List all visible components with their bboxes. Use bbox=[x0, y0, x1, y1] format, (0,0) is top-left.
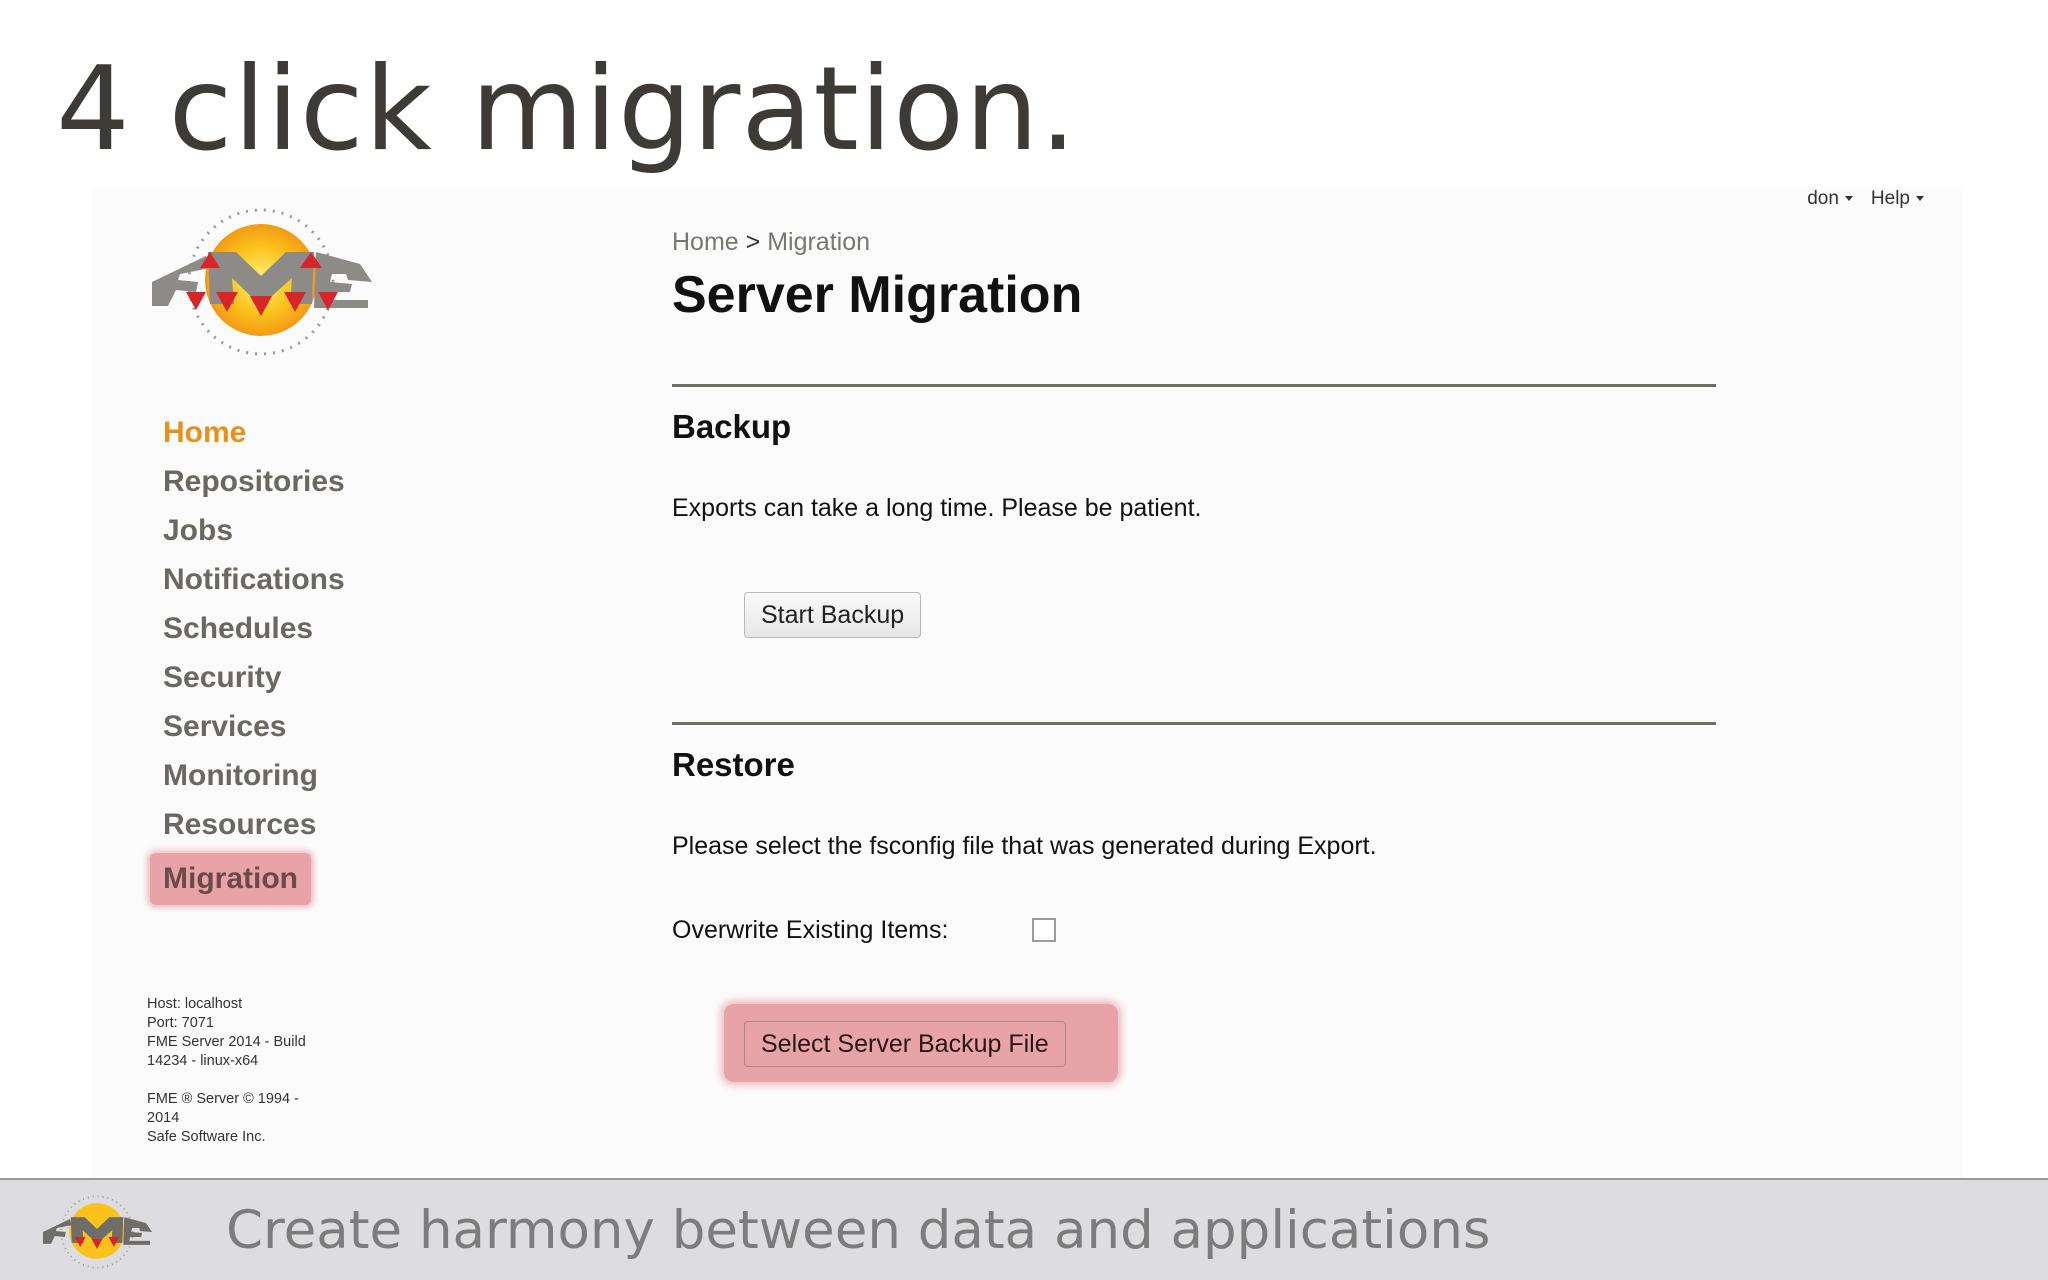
help-dropdown[interactable]: Help bbox=[1871, 188, 1924, 210]
nav-item-monitoring[interactable]: Monitoring bbox=[150, 751, 358, 800]
help-label: Help bbox=[1870, 188, 1910, 209]
overwrite-checkbox[interactable] bbox=[1032, 918, 1056, 942]
start-backup-button[interactable]: Start Backup bbox=[744, 592, 922, 638]
sidebar-nav: Home Repositories Jobs Notifications Sch… bbox=[150, 408, 358, 905]
server-info: Host: localhost Port: 7071 FME Server 20… bbox=[147, 995, 306, 1147]
nav-item-security[interactable]: Security bbox=[150, 653, 358, 702]
caret-down-icon bbox=[1844, 196, 1853, 202]
section-divider bbox=[672, 384, 1716, 387]
slide-title: 4 click migration. bbox=[56, 42, 1078, 177]
build-info-line1: FME Server 2014 - Build bbox=[147, 1034, 306, 1050]
slide-footer: Create harmony between data and applicat… bbox=[0, 1178, 2048, 1280]
nav-item-home[interactable]: Home bbox=[150, 408, 358, 457]
port-info: Port: 7071 bbox=[147, 1015, 214, 1031]
fme-logo bbox=[152, 208, 372, 356]
main-content: Home > Migration Server Migration Backup… bbox=[672, 228, 1716, 1082]
nav-item-schedules[interactable]: Schedules bbox=[150, 604, 358, 653]
user-name: don bbox=[1807, 188, 1839, 209]
build-info-line2: 14234 - linux-x64 bbox=[147, 1053, 259, 1069]
copyright-line2: 2014 bbox=[147, 1110, 180, 1126]
nav-item-migration[interactable]: Migration bbox=[150, 853, 311, 905]
backup-title: Backup bbox=[672, 408, 792, 445]
fme-logo-small bbox=[42, 1195, 153, 1269]
breadcrumb-home[interactable]: Home bbox=[672, 228, 739, 256]
slide-tagline: Create harmony between data and applicat… bbox=[226, 1200, 1491, 1261]
nav-item-notifications[interactable]: Notifications bbox=[150, 555, 358, 604]
breadcrumb: Home > Migration bbox=[672, 228, 1716, 257]
breadcrumb-current: Migration bbox=[767, 228, 871, 256]
caret-down-icon bbox=[1916, 196, 1924, 202]
backup-description: Exports can take a long time. Please be … bbox=[672, 494, 1202, 522]
user-menu: don Help bbox=[1807, 188, 1924, 210]
restore-title: Restore bbox=[672, 746, 795, 783]
breadcrumb-separator: > bbox=[745, 228, 761, 256]
host-info: Host: localhost bbox=[147, 996, 243, 1012]
section-divider bbox=[672, 722, 1716, 725]
select-backup-file-button[interactable]: Select Server Backup File bbox=[744, 1021, 1066, 1067]
nav-item-repositories[interactable]: Repositories bbox=[150, 457, 358, 506]
nav-item-resources[interactable]: Resources bbox=[150, 800, 358, 849]
user-dropdown[interactable]: don bbox=[1807, 188, 1853, 210]
restore-description: Please select the fsconfig file that was… bbox=[672, 832, 1377, 860]
copyright-line1: FME ® Server © 1994 - bbox=[147, 1091, 299, 1107]
page-title: Server Migration bbox=[672, 266, 1083, 324]
nav-item-services[interactable]: Services bbox=[150, 702, 358, 751]
company-name: Safe Software Inc. bbox=[147, 1129, 266, 1145]
overwrite-label: Overwrite Existing Items: bbox=[672, 916, 949, 944]
nav-item-jobs[interactable]: Jobs bbox=[150, 506, 358, 555]
